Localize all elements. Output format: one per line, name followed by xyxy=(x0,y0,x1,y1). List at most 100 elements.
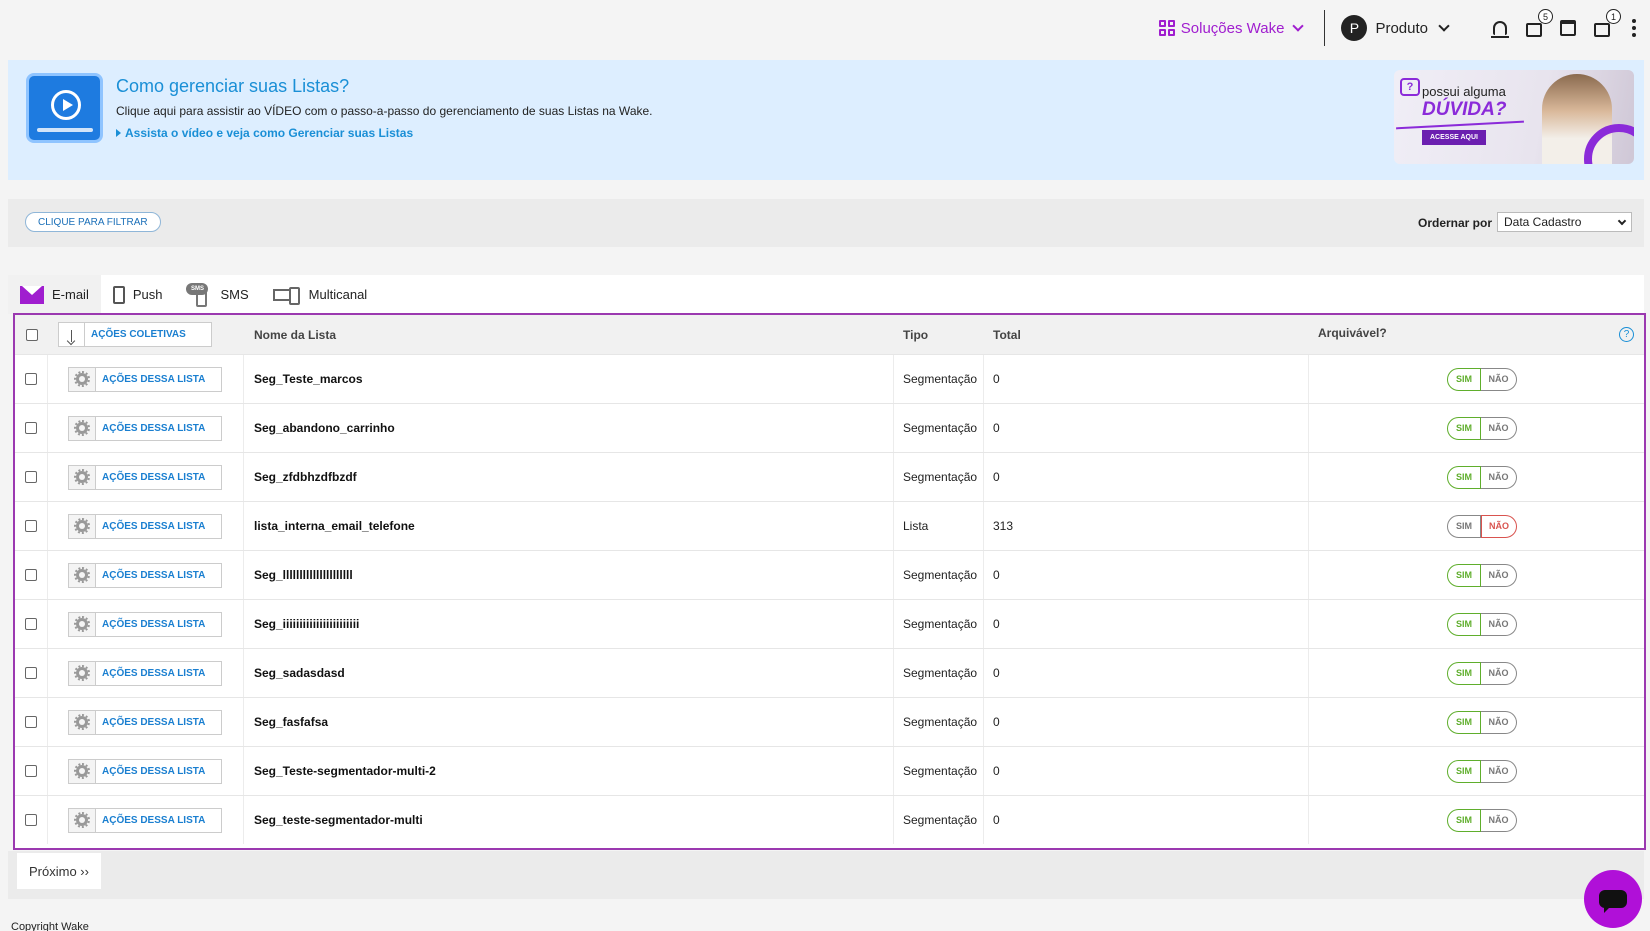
row-checkbox[interactable] xyxy=(25,422,37,434)
archivable-toggle[interactable]: SIM NÃO xyxy=(1447,367,1517,391)
archivable-cell: SIM NÃO xyxy=(1309,355,1644,403)
inbox-button[interactable]: 5 xyxy=(1524,9,1553,38)
header-total: Total xyxy=(993,327,1021,342)
banner-video-link[interactable]: Assista o vídeo e veja como Gerenciar su… xyxy=(116,126,413,140)
list-name: Seg_iiiiiiiiiiiiiiiiiiiiiii xyxy=(244,600,894,648)
list-actions-button[interactable]: AÇÕES DESSA LISTA xyxy=(68,611,222,637)
select-all-checkbox[interactable] xyxy=(25,328,38,341)
row-check-cell xyxy=(15,404,48,452)
archivable-toggle[interactable]: SIM NÃO xyxy=(1447,710,1517,734)
filter-button[interactable]: CLIQUE PARA FILTRAR xyxy=(25,212,161,232)
archivable-nao[interactable]: NÃO xyxy=(1481,759,1517,783)
downloads-badge: 1 xyxy=(1606,9,1621,24)
solucoes-wake-menu[interactable]: Soluções Wake xyxy=(1158,20,1305,37)
bulk-actions-button[interactable]: AÇÕES COLETIVAS xyxy=(58,322,212,347)
calendar-icon xyxy=(1560,20,1576,36)
list-name: Seg_Teste-segmentador-multi-2 xyxy=(244,747,894,795)
archivable-toggle[interactable]: SIM NÃO xyxy=(1447,808,1517,832)
row-checkbox[interactable] xyxy=(25,569,37,581)
archivable-sim[interactable]: SIM xyxy=(1447,661,1481,685)
row-checkbox[interactable] xyxy=(25,765,37,777)
lists-table: AÇÕES COLETIVAS Nome da Lista Tipo Total… xyxy=(13,313,1646,850)
archivable-sim[interactable]: SIM xyxy=(1447,710,1481,734)
archivable-sim[interactable]: SIM xyxy=(1447,612,1481,636)
list-actions-button[interactable]: AÇÕES DESSA LISTA xyxy=(68,709,222,735)
list-actions-label: AÇÕES DESSA LISTA xyxy=(102,520,206,532)
tab-sms[interactable]: SMS SMS xyxy=(174,275,260,314)
row-checkbox[interactable] xyxy=(25,520,37,532)
phone-icon xyxy=(112,285,125,304)
list-actions-button[interactable]: AÇÕES DESSA LISTA xyxy=(68,366,222,392)
archivable-toggle[interactable]: SIM NÃO xyxy=(1447,416,1517,440)
archivable-toggle[interactable]: SIM NÃO xyxy=(1447,465,1517,489)
downloads-button[interactable]: 1 xyxy=(1592,9,1621,38)
archivable-sim[interactable]: SIM xyxy=(1447,416,1481,440)
help-promo-image[interactable]: ? possui alguma DÚVIDA? ACESSE AQUI xyxy=(1394,70,1634,164)
list-actions-label: AÇÕES DESSA LISTA xyxy=(102,716,206,728)
list-actions-button[interactable]: AÇÕES DESSA LISTA xyxy=(68,415,222,441)
calendar-button[interactable] xyxy=(1558,18,1578,38)
archivable-nao[interactable]: NÃO xyxy=(1481,612,1517,636)
list-actions-button[interactable]: AÇÕES DESSA LISTA xyxy=(68,660,222,686)
list-actions-button[interactable]: AÇÕES DESSA LISTA xyxy=(68,807,222,833)
archivable-toggle[interactable]: SIM NÃO xyxy=(1447,661,1517,685)
row-checkbox[interactable] xyxy=(25,814,37,826)
avatar: P xyxy=(1341,15,1368,41)
row-check-cell xyxy=(15,747,48,795)
more-options-icon[interactable] xyxy=(1632,19,1636,37)
next-page-button[interactable]: Próximo ›› xyxy=(17,853,101,889)
tab-multicanal[interactable]: Multicanal xyxy=(261,275,380,314)
table-row: AÇÕES DESSA LISTA Seg_zfdbhzdfbzdf Segme… xyxy=(15,452,1644,501)
archivable-sim[interactable]: SIM xyxy=(1447,759,1481,783)
archivable-toggle[interactable]: SIM NÃO xyxy=(1447,514,1517,538)
tab-push[interactable]: Push xyxy=(101,275,175,314)
row-actions-cell: AÇÕES DESSA LISTA xyxy=(48,502,244,550)
notifications-button[interactable] xyxy=(1490,18,1510,38)
gear-icon xyxy=(74,567,90,583)
product-menu[interactable]: P Produto xyxy=(1341,15,1450,41)
header-actions-cell: AÇÕES COLETIVAS xyxy=(48,315,244,354)
chat-button[interactable] xyxy=(1584,870,1642,928)
video-play-icon[interactable] xyxy=(26,73,103,143)
help-icon[interactable]: ? xyxy=(1619,327,1634,342)
list-name: Seg_Teste_marcos xyxy=(244,355,894,403)
archivable-nao[interactable]: NÃO xyxy=(1481,563,1517,587)
archivable-sim[interactable]: SIM xyxy=(1447,367,1481,391)
table-row: AÇÕES DESSA LISTA Seg_abandono_carrinho … xyxy=(15,403,1644,452)
archivable-toggle[interactable]: SIM NÃO xyxy=(1447,612,1517,636)
list-tipo: Segmentação xyxy=(894,600,984,648)
archivable-toggle[interactable]: SIM NÃO xyxy=(1447,759,1517,783)
header-check-cell xyxy=(15,315,48,354)
order-select[interactable]: Data Cadastro xyxy=(1497,212,1632,232)
list-actions-button[interactable]: AÇÕES DESSA LISTA xyxy=(68,513,222,539)
archivable-sim[interactable]: SIM xyxy=(1447,563,1481,587)
row-check-cell xyxy=(15,600,48,648)
filter-bar: CLIQUE PARA FILTRAR Ordernar por Data Ca… xyxy=(8,199,1644,247)
archivable-nao[interactable]: NÃO xyxy=(1481,808,1517,832)
archivable-toggle[interactable]: SIM NÃO xyxy=(1447,563,1517,587)
gear-icon xyxy=(74,420,90,436)
archivable-sim[interactable]: SIM xyxy=(1447,514,1481,538)
archivable-nao[interactable]: NÃO xyxy=(1481,514,1517,538)
archivable-sim[interactable]: SIM xyxy=(1447,808,1481,832)
archivable-sim[interactable]: SIM xyxy=(1447,465,1481,489)
list-name: Seg_sadasdasd xyxy=(244,649,894,697)
list-actions-button[interactable]: AÇÕES DESSA LISTA xyxy=(68,562,222,588)
row-checkbox[interactable] xyxy=(25,667,37,679)
row-checkbox[interactable] xyxy=(25,373,37,385)
archivable-nao[interactable]: NÃO xyxy=(1481,416,1517,440)
tab-email[interactable]: E-mail xyxy=(8,275,101,314)
list-tipo: Segmentação xyxy=(894,649,984,697)
row-checkbox[interactable] xyxy=(25,618,37,630)
list-name: Seg_teste-segmentador-multi xyxy=(244,796,894,844)
archivable-nao[interactable]: NÃO xyxy=(1481,710,1517,734)
gear-icon xyxy=(74,665,90,681)
list-actions-button[interactable]: AÇÕES DESSA LISTA xyxy=(68,758,222,784)
archivable-nao[interactable]: NÃO xyxy=(1481,465,1517,489)
list-actions-button[interactable]: AÇÕES DESSA LISTA xyxy=(68,464,222,490)
row-checkbox[interactable] xyxy=(25,471,37,483)
row-checkbox[interactable] xyxy=(25,716,37,728)
archivable-nao[interactable]: NÃO xyxy=(1481,661,1517,685)
archivable-nao[interactable]: NÃO xyxy=(1481,367,1517,391)
list-tipo: Segmentação xyxy=(894,453,984,501)
